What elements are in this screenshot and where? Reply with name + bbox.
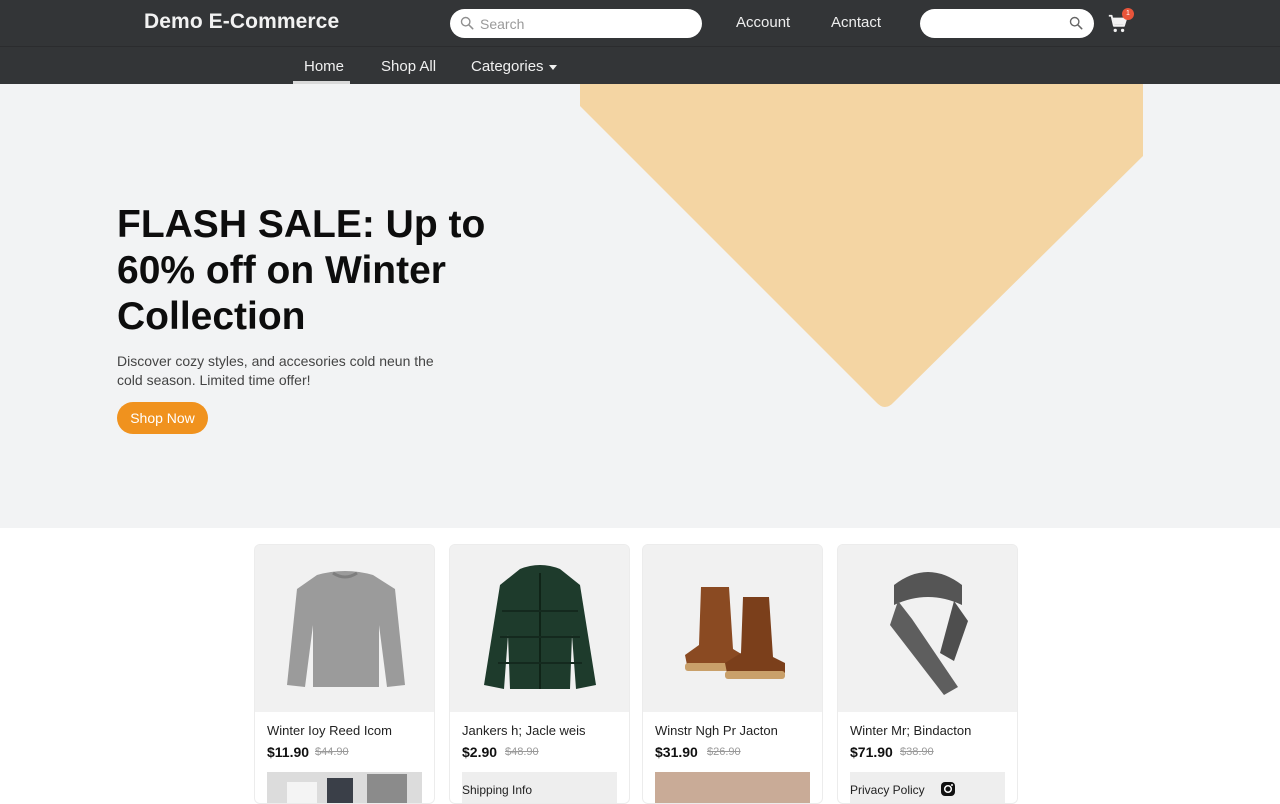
product-image[interactable] <box>255 545 434 712</box>
scarf-icon <box>890 572 968 695</box>
product-image[interactable] <box>643 545 822 712</box>
main-navigation: Home Shop All Categories <box>0 46 1280 84</box>
chevron-down-icon <box>548 64 557 70</box>
product-card[interactable]: Winstr Ngh Pr Jacton $31.90 $26.90 <box>642 544 823 804</box>
product-info: Winstr Ngh Pr Jacton $31.90 $26.90 <box>643 712 822 803</box>
product-footer: Shipping Info <box>462 772 617 803</box>
product-price: $71.90 <box>850 744 893 760</box>
product-old-price: $38.90 <box>900 746 934 758</box>
model-photo-icon <box>267 772 422 803</box>
product-name[interactable]: Jankers h; Jacle weis <box>462 723 586 738</box>
search-input[interactable] <box>480 13 690 34</box>
nav-shop-all[interactable]: Shop All <box>381 58 436 75</box>
product-info: Winter Ioy Reed Icom $11.90 $44.90 <box>255 712 434 803</box>
search-icon[interactable] <box>1069 16 1083 30</box>
hero-title: FLASH SALE: Up to 60% off on Winter Coll… <box>117 203 486 338</box>
product-price: $2.90 <box>462 744 498 760</box>
nav-categories-label: Categories <box>471 58 544 75</box>
product-card[interactable]: Jankers h; Jacle weis $2.90 $48.90 Shipp… <box>449 544 630 804</box>
contact-link[interactable]: Acntact <box>831 14 881 31</box>
boots-icon <box>685 587 785 679</box>
product-price: $31.90 <box>655 744 698 760</box>
product-info: Winter Mr; Bindacton $71.90 $38.90 Priva… <box>838 712 1017 803</box>
product-old-price: $44.90 <box>315 746 349 758</box>
product-footer: Privacy Policy <box>850 772 1005 803</box>
shop-now-button[interactable]: Shop Now <box>117 402 208 434</box>
sweater-icon <box>287 571 405 687</box>
privacy-policy-link[interactable]: Privacy Policy <box>850 783 925 797</box>
search-bar[interactable] <box>450 9 702 38</box>
nav-categories[interactable]: Categories <box>471 58 557 75</box>
product-price: $11.90 <box>267 744 310 760</box>
nav-home[interactable]: Home <box>304 58 344 75</box>
product-thumbnail-strip <box>655 772 810 803</box>
product-name[interactable]: Winter Ioy Reed Icom <box>267 723 392 738</box>
search-icon <box>460 16 474 30</box>
brand-logo[interactable]: Demo E-Commerce <box>144 10 339 34</box>
product-grid: Winter Ioy Reed Icom $11.90 $44.90 Janke… <box>0 528 1280 804</box>
secondary-search-bar[interactable] <box>920 9 1094 38</box>
product-card[interactable]: Winter Ioy Reed Icom $11.90 $44.90 <box>254 544 435 804</box>
product-info: Jankers h; Jacle weis $2.90 $48.90 Shipp… <box>450 712 629 803</box>
hero-banner: FLASH SALE: Up to 60% off on Winter Coll… <box>0 84 1280 528</box>
product-image[interactable] <box>838 545 1017 712</box>
shipping-info-link[interactable]: Shipping Info <box>462 783 532 797</box>
product-image[interactable] <box>450 545 629 712</box>
product-card[interactable]: Winter Mr; Bindacton $71.90 $38.90 Priva… <box>837 544 1018 804</box>
product-thumbnail-strip <box>267 772 422 803</box>
top-header: Demo E-Commerce Account Acntact 1 <box>0 0 1280 46</box>
account-link[interactable]: Account <box>736 14 790 31</box>
product-name[interactable]: Winstr Ngh Pr Jacton <box>655 723 778 738</box>
instagram-icon[interactable] <box>940 781 956 797</box>
product-old-price: $48.90 <box>505 746 539 758</box>
product-name[interactable]: Winter Mr; Bindacton <box>850 723 971 738</box>
cart-count-badge: 1 <box>1122 8 1134 20</box>
hero-subtitle: Discover cozy styles, and acceѕories col… <box>117 353 434 388</box>
product-old-price: $26.90 <box>707 746 741 758</box>
puffer-jacket-icon <box>484 565 596 689</box>
